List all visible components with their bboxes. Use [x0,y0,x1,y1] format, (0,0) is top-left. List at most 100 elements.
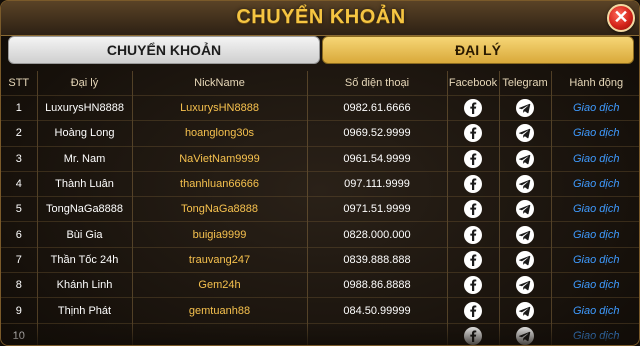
transaction-link[interactable]: Giao dịch [551,298,639,323]
row-nickname: LuxurysHN8888 [132,95,308,121]
col-agent: Đại lý [37,71,133,96]
row-nickname: thanhluan66666 [132,171,308,197]
row-phone: 097.111.9999 [307,171,448,197]
table-row: 7 Thần Tốc 24h trauvang247 0839.888.888 Giao… [1,247,639,273]
row-nickname: buigia9999 [132,221,308,248]
transaction-link[interactable]: Giao dịch [551,96,639,121]
telegram-icon[interactable] [516,149,534,168]
facebook-icon[interactable] [464,124,482,143]
facebook-icon[interactable] [464,175,482,194]
row-telegram [499,297,552,324]
transaction-link[interactable]: Giao dịch [551,222,639,247]
col-action: Hành động [569,77,624,89]
table-header: STT Đại lý NickName Số điện thoại Facebo… [1,71,639,96]
row-phone: 0961.54.9999 [307,146,448,172]
facebook-icon[interactable] [464,326,482,345]
row-telegram [499,221,552,248]
row-nickname: NaVietNam9999 [132,146,308,172]
row-agent: Thần Tốc 24h [37,247,133,273]
row-agent: Mr. Nam [37,146,133,172]
facebook-icon[interactable] [464,200,482,219]
close-icon[interactable]: ✕ [607,4,635,32]
transaction-link[interactable]: Giao dịch [551,247,639,272]
telegram-icon[interactable] [516,175,534,194]
row-agent: Thành Luân [37,171,133,197]
telegram-icon[interactable] [516,276,534,295]
transaction-link[interactable]: Giao dịch [551,197,639,222]
row-telegram [499,247,552,273]
row-agent [37,323,133,345]
transaction-link[interactable]: Giao dịch [551,171,639,196]
telegram-icon[interactable] [516,124,534,143]
row-stt: 1 [1,95,38,121]
row-facebook [447,247,500,273]
row-stt: 3 [1,146,38,172]
row-nickname [132,323,308,345]
row-agent: Khánh Linh [37,272,133,298]
row-telegram [499,146,552,172]
transaction-link[interactable]: Giao dịch [551,273,639,298]
row-telegram [499,171,552,197]
row-facebook [447,120,500,147]
row-nickname: Gem24h [132,272,308,298]
row-stt: 9 [1,297,38,324]
col-telegram: Telegram [499,71,552,96]
transaction-link[interactable]: Giao dịch [551,146,639,171]
telegram-icon[interactable] [516,301,534,320]
table-row: 1 LuxurysHN8888 LuxurysHN8888 0982.61.6666 G… [1,95,639,121]
facebook-icon[interactable] [464,99,482,118]
col-stt: STT [1,71,38,96]
table-row: 4 Thành Luân thanhluan66666 097.111.9999 Gia… [1,171,639,197]
facebook-icon[interactable] [464,250,482,269]
table-row: 6 Bùi Gia buigia9999 0828.000.000 Giao dịch [1,221,639,248]
facebook-icon[interactable] [464,149,482,168]
row-phone: 084.50.99999 [307,297,448,324]
title-bar: CHUYỂN KHOẢN ✕ [1,1,639,36]
row-phone: 0982.61.6666 [307,95,448,121]
row-nickname: hoanglong30s [132,120,308,147]
row-agent: Bùi Gia [37,221,133,248]
table-row: 9 Thịnh Phát gemtuanh88 084.50.99999 Giao dị… [1,297,639,324]
col-nickname: NickName [132,71,308,96]
table-row: 5 TongNaGa8888 TongNaGa8888 0971.51.9999 Gia… [1,196,639,222]
row-phone: 0969.52.9999 [307,120,448,147]
row-phone: 0971.51.9999 [307,196,448,222]
transaction-link[interactable]: Giao dịch [551,121,639,146]
row-stt: 4 [1,171,38,197]
telegram-icon[interactable] [516,225,534,244]
facebook-icon[interactable] [464,225,482,244]
tab-chuyen-khoan[interactable]: CHUYỂN KHOẢN [8,36,320,64]
telegram-icon[interactable] [516,326,534,345]
row-agent: LuxurysHN8888 [37,95,133,121]
row-stt: 8 [1,272,38,298]
row-facebook [447,196,500,222]
row-stt: 6 [1,221,38,248]
row-agent: Hoàng Long [37,120,133,147]
row-telegram [499,120,552,147]
telegram-icon[interactable] [516,99,534,118]
row-nickname: trauvang247 [132,247,308,273]
row-agent: Thịnh Phát [37,297,133,324]
table-row: 10 Giao dịch [1,323,639,345]
row-stt: 5 [1,196,38,222]
table-row: 2 Hoàng Long hoanglong30s 0969.52.9999 Giao … [1,120,639,147]
row-facebook [447,323,500,345]
facebook-icon[interactable] [464,276,482,295]
telegram-icon[interactable] [516,200,534,219]
row-agent: TongNaGa8888 [37,196,133,222]
facebook-icon[interactable] [464,301,482,320]
row-phone: 0839.888.888 [307,247,448,273]
row-stt: 2 [1,120,38,147]
col-facebook: Facebook [447,71,500,96]
tab-dai-ly[interactable]: ĐẠI LÝ [322,36,634,64]
telegram-icon[interactable] [516,250,534,269]
dialog-title: CHUYỂN KHOẢN [236,6,406,28]
row-telegram [499,95,552,121]
row-facebook [447,221,500,248]
row-nickname: gemtuanh88 [132,297,308,324]
row-telegram [499,272,552,298]
transfer-dialog: CHUYỂN KHOẢN ✕ CHUYỂN KHOẢN ĐẠI LÝ STT Đ… [0,0,640,346]
agent-table: STT Đại lý NickName Số điện thoại Facebo… [1,71,639,345]
transaction-link[interactable]: Giao dịch [551,323,639,345]
row-telegram [499,196,552,222]
